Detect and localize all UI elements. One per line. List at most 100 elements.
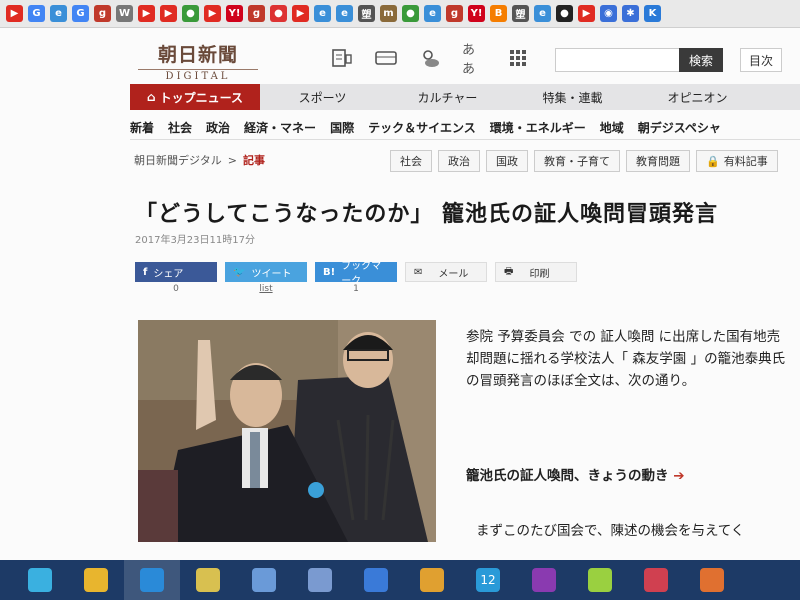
nav-special[interactable]: 朝デジスペシャ — [638, 119, 721, 136]
google-icon[interactable]: G — [28, 5, 45, 22]
goo-icon[interactable]: g — [446, 5, 463, 22]
share-counts: 0 list 1 — [135, 284, 397, 294]
onenote-icon — [532, 568, 556, 592]
toc-button[interactable]: 目次 — [740, 48, 782, 72]
youtube-icon[interactable]: ▶ — [138, 5, 155, 22]
nav-society[interactable]: 社会 — [168, 119, 192, 136]
k-icon[interactable]: K — [644, 5, 661, 22]
dictionary-icon[interactable]: 塑 — [358, 5, 375, 22]
nav-tech[interactable]: テック＆サイエンス — [368, 119, 476, 136]
taskbar-item[interactable] — [124, 560, 180, 600]
taskbar-item[interactable] — [404, 560, 460, 600]
youtube-icon[interactable]: ▶ — [578, 5, 595, 22]
app-icon — [700, 568, 724, 592]
article-body: まずこのたび国会で、陳述の機会を与えてく — [476, 523, 745, 539]
circle-icon[interactable]: ● — [556, 5, 573, 22]
tag-education[interactable]: 教育・子育て — [534, 150, 620, 172]
tools-icon[interactable]: ✱ — [622, 5, 639, 22]
search-input[interactable] — [555, 48, 680, 72]
facebook-count: 0 — [173, 284, 179, 294]
youtube-icon[interactable]: ▶ — [6, 5, 23, 22]
nav-politics[interactable]: 政治 — [206, 119, 230, 136]
secondary-nav: 新着 社会 政治 経済・マネー 国際 テック＆サイエンス 環境・エネルギー 地域… — [130, 116, 800, 140]
nav-international[interactable]: 国際 — [330, 119, 354, 136]
nav-culture[interactable]: カルチャー — [385, 89, 510, 106]
nav-latest[interactable]: 新着 — [130, 119, 154, 136]
page-icon[interactable]: e — [424, 5, 441, 22]
paint-icon — [252, 568, 276, 592]
tag-politics[interactable]: 政治 — [438, 150, 480, 172]
related-article-link[interactable]: 籠池氏の証人喚問、きょうの動き ➔ — [466, 464, 685, 484]
record-icon[interactable]: ● — [270, 5, 287, 22]
tag-education-issues[interactable]: 教育問題 — [626, 150, 690, 172]
mail-icon: ✉ — [414, 266, 423, 278]
grid-menu-icon[interactable] — [506, 46, 530, 70]
twitter-icon: 🐦 — [233, 266, 246, 278]
nav-economy[interactable]: 経済・マネー — [244, 119, 316, 136]
sticky-notes-icon — [588, 568, 612, 592]
page-icon[interactable]: e — [50, 5, 67, 22]
goo-icon[interactable]: g — [248, 5, 265, 22]
yahoo-icon[interactable]: Y! — [468, 5, 485, 22]
taskbar-item[interactable] — [68, 560, 124, 600]
ticket-icon[interactable] — [374, 46, 398, 70]
frog-icon[interactable]: ● — [182, 5, 199, 22]
taskbar-item[interactable] — [292, 560, 348, 600]
breadcrumb-separator: > — [227, 153, 237, 167]
onedrive-icon — [364, 568, 388, 592]
facebook-share-button[interactable]: f シェア — [135, 262, 217, 282]
butterfly-icon — [308, 568, 332, 592]
logo-subtext: DIGITAL — [138, 69, 258, 82]
tag-national-politics[interactable]: 国政 — [486, 150, 528, 172]
site-logo[interactable]: 朝日新聞 DIGITAL — [138, 40, 258, 82]
tag-society[interactable]: 社会 — [390, 150, 432, 172]
mail-button[interactable]: ✉ メール — [405, 262, 487, 282]
article-photo[interactable] — [138, 320, 436, 542]
breadcrumb-site[interactable]: 朝日新聞デジタル — [134, 152, 222, 168]
blogger-icon[interactable]: B — [490, 5, 507, 22]
goo-icon[interactable]: g — [94, 5, 111, 22]
windows-taskbar: 12 — [0, 560, 800, 600]
frog-icon[interactable]: ● — [402, 5, 419, 22]
taskbar-item[interactable] — [180, 560, 236, 600]
taskbar-item[interactable] — [516, 560, 572, 600]
page-icon[interactable]: e — [336, 5, 353, 22]
taskbar-item[interactable] — [628, 560, 684, 600]
breadcrumb: 朝日新聞デジタル > 記事 — [134, 152, 265, 168]
nav-sports[interactable]: スポーツ — [260, 89, 385, 106]
youtube-icon[interactable]: ▶ — [160, 5, 177, 22]
taskbar-item[interactable] — [684, 560, 740, 600]
page-icon[interactable]: e — [314, 5, 331, 22]
search-button[interactable]: 検索 — [679, 48, 723, 72]
nav-environment[interactable]: 環境・エネルギー — [490, 119, 586, 136]
taskbar-item[interactable] — [12, 560, 68, 600]
nav-region[interactable]: 地域 — [600, 119, 624, 136]
taskbar-item[interactable] — [236, 560, 292, 600]
newspaper-icon[interactable] — [330, 46, 354, 70]
nav-features[interactable]: 特集・連載 — [510, 89, 635, 106]
twitter-count[interactable]: list — [225, 284, 307, 294]
yahoo-icon[interactable]: Y! — [226, 5, 243, 22]
taskbar-item[interactable]: 12 — [460, 560, 516, 600]
print-button[interactable]: 🖶 印刷 — [495, 262, 577, 282]
hatena-bookmark-button[interactable]: B! ブックマーク — [315, 261, 397, 287]
google-icon[interactable]: G — [72, 5, 89, 22]
nav-opinion[interactable]: オピニオン — [635, 89, 760, 106]
dictionary-icon[interactable]: 塑 — [512, 5, 529, 22]
tag-paid-article[interactable]: 🔒 有料記事 — [696, 150, 778, 172]
eye-icon[interactable]: ◉ — [600, 5, 617, 22]
font-size-icon[interactable]: ああ — [462, 43, 486, 77]
m-icon[interactable]: m — [380, 5, 397, 22]
home-icon: ⌂ — [147, 90, 156, 104]
twitter-share-button[interactable]: 🐦 ツイート — [225, 262, 307, 282]
logo-text: 朝日新聞 — [157, 44, 238, 66]
taskbar-item[interactable] — [572, 560, 628, 600]
article-photo-image — [138, 320, 436, 542]
youtube-icon[interactable]: ▶ — [292, 5, 309, 22]
taskbar-item[interactable] — [348, 560, 404, 600]
weather-icon[interactable] — [418, 46, 442, 70]
youtube-icon[interactable]: ▶ — [204, 5, 221, 22]
page-icon[interactable]: e — [534, 5, 551, 22]
nav-top-news[interactable]: ⌂ トップニュース — [130, 84, 260, 110]
wikipedia-icon[interactable]: W — [116, 5, 133, 22]
